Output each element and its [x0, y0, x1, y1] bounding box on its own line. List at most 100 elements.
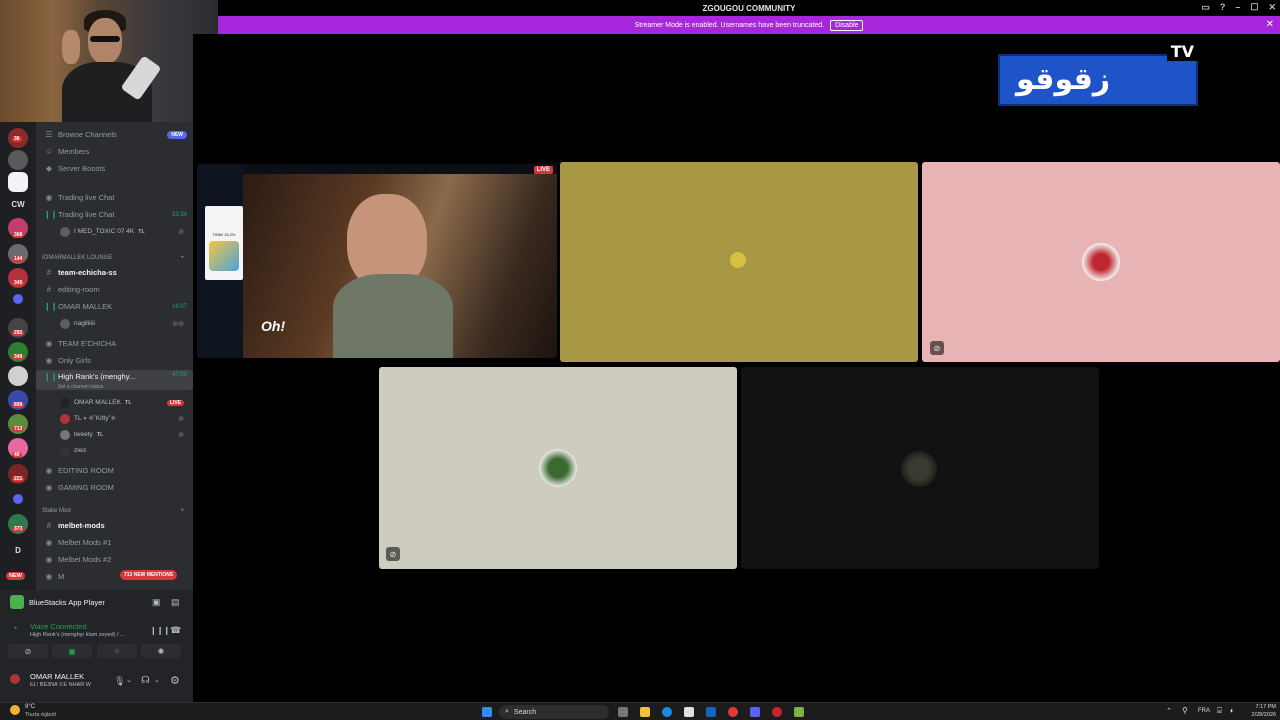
folder-icon[interactable]	[13, 294, 23, 304]
chevron-down-icon[interactable]: ⌄	[154, 676, 160, 684]
avatar[interactable]	[10, 674, 20, 684]
voice-channel-trading-live-chat[interactable]: ❙❙ Trading live Chat 23:34	[36, 207, 193, 222]
language-indicator[interactable]: FRA	[1198, 708, 1210, 714]
store-icon[interactable]	[684, 707, 694, 717]
gear-icon[interactable]: ⚙	[170, 674, 180, 687]
server-boosts-item[interactable]: ◆ Server Boosts	[36, 161, 193, 176]
minimize-icon[interactable]: –	[1235, 2, 1240, 13]
add-channel-icon[interactable]: +	[180, 255, 184, 261]
mail-icon[interactable]	[706, 707, 716, 717]
participant-tile[interactable]	[741, 367, 1099, 569]
help-icon[interactable]: ?	[1220, 2, 1226, 13]
voice-channel-team-echicha[interactable]: ◉ TEAM E'CHICHA	[36, 336, 193, 351]
inbox-icon[interactable]: ▭	[1201, 2, 1210, 13]
search-icon: ⌕	[505, 708, 509, 715]
voice-user[interactable]: zled	[60, 443, 190, 458]
server-icon[interactable]	[8, 366, 28, 386]
edge-icon[interactable]	[662, 707, 672, 717]
voice-user[interactable]: I MED_TOXIC 07 4K TL ⊘	[60, 224, 190, 239]
headphones-icon[interactable]: ☊	[141, 675, 150, 686]
channel-status[interactable]: Set a channel status	[58, 384, 103, 390]
network-icon[interactable]: ⌸	[1217, 706, 1222, 716]
voice-channel-editing-room[interactable]: ◉ EDITING ROOM	[36, 463, 193, 478]
screen-share-icon: ▣	[68, 646, 76, 656]
weather-icon	[10, 705, 20, 715]
avatar	[60, 397, 70, 408]
channel-team-echicha-ss[interactable]: # team-echicha-ss	[36, 265, 193, 280]
volume-icon[interactable]: ◖	[1229, 706, 1234, 715]
chevron-up-icon[interactable]: ⌃	[1166, 707, 1172, 715]
activity-label: BlueStacks App Player	[29, 597, 105, 607]
speaker-icon: ◉	[45, 466, 53, 475]
chrome-icon[interactable]	[728, 707, 738, 717]
add-channel-icon[interactable]: +	[180, 508, 184, 514]
new-mentions-badge[interactable]: 713 NEW MENTIONS	[120, 570, 178, 580]
search-box[interactable]: ⌕ Search	[499, 705, 609, 719]
voice-channel-name[interactable]: High Rank's (menghyr klam zeyed) / ...	[30, 632, 148, 638]
voice-channel-melbet-mods-2[interactable]: ◉ Melbet Mods #2	[36, 552, 193, 567]
voice-user[interactable]: nagiliiiii ⊘⊘	[60, 316, 190, 331]
microphone-icon[interactable]: 🎙︎	[114, 676, 125, 687]
task-view-icon[interactable]	[618, 707, 628, 717]
members-item[interactable]: ☺ Members	[36, 144, 193, 159]
participant-avatar	[539, 449, 577, 487]
soundboard-button[interactable]: ✺	[141, 644, 181, 658]
tray-app-icon[interactable]: ⚲	[1182, 706, 1188, 715]
weather-desc[interactable]: Tiszta égbolt	[25, 712, 56, 718]
channel-label: Only Girls	[58, 356, 91, 365]
camera-button[interactable]: ⊘	[8, 644, 48, 658]
category-header[interactable]: IOMARMALLEK LOUNGE +	[42, 255, 192, 261]
file-explorer-icon[interactable]	[640, 707, 650, 717]
activity-settings-icon[interactable]: ▤	[171, 597, 180, 608]
disconnect-icon[interactable]: ☎	[170, 625, 181, 636]
folder-icon[interactable]	[13, 494, 23, 504]
voice-channel-only-girls[interactable]: ◉ Only Girls	[36, 353, 193, 368]
activities-button[interactable]: ⁘	[97, 644, 137, 658]
server-cw-label[interactable]: CW	[8, 200, 28, 209]
server-boosts-label: Server Boosts	[58, 164, 106, 173]
participant-avatar	[1082, 243, 1120, 281]
voice-channel-melbet-mods-1[interactable]: ◉ Melbet Mods #1	[36, 535, 193, 550]
disable-button[interactable]: Disable	[830, 19, 864, 31]
participant-tile[interactable]	[560, 162, 918, 362]
voice-user[interactable]: OMAR MALLEK TL LIVE	[60, 395, 190, 410]
close-window-icon[interactable]: ✕	[1268, 2, 1276, 13]
participant-tile[interactable]: ⊘	[379, 367, 737, 569]
stream-tile[interactable]: TIMM 15,2% Oh! LIVE	[197, 164, 557, 358]
maximize-icon[interactable]: ☐	[1250, 2, 1258, 13]
voice-user[interactable]: TL ⭑ ☆˚Kitty˚☆ ⊘	[60, 411, 190, 426]
server-badge: 49	[12, 452, 22, 458]
noise-suppression-icon[interactable]: ❙❙❙	[150, 626, 170, 635]
clock-time[interactable]: 7:17 PM	[1246, 704, 1276, 710]
user-status: EL! BE3NA Y.E NHAR W	[30, 682, 91, 688]
voice-status[interactable]: Voice Connected	[30, 622, 87, 631]
username[interactable]: OMAR MALLEK	[30, 672, 84, 681]
server-icon[interactable]	[8, 150, 28, 170]
windows-start-icon[interactable]	[482, 707, 492, 717]
server-d-label[interactable]: D	[8, 546, 28, 555]
category-header[interactable]: Stake Mod +	[42, 508, 192, 514]
participant-tile[interactable]: ⊘	[922, 162, 1280, 362]
channel-editing-room[interactable]: # editing-room	[36, 282, 193, 297]
webcam-overlay	[0, 0, 218, 122]
activity-row[interactable]: BlueStacks App Player	[10, 595, 105, 609]
obs-icon[interactable]	[772, 707, 782, 717]
voice-channel-omar-mallek[interactable]: ❙❙ OMAR MALLEK 16:07	[36, 299, 193, 314]
bluestacks-taskbar-icon[interactable]	[794, 707, 804, 717]
share-screen-button[interactable]: ▣	[52, 644, 92, 658]
hash-icon: #	[46, 285, 52, 294]
stream-settings-icon[interactable]: ▣	[152, 597, 161, 608]
server-icon[interactable]	[8, 172, 28, 192]
weather-temp[interactable]: 9°C	[25, 704, 35, 710]
discord-icon[interactable]	[750, 707, 760, 717]
browse-channels-item[interactable]: ☰ Browse Channels NEW	[36, 127, 193, 142]
channel-label: High Rank's (menghy...	[58, 372, 136, 381]
chevron-down-icon[interactable]: ⌄	[126, 676, 132, 684]
clock-date[interactable]: 2/28/2026	[1246, 712, 1276, 718]
channel-trading-live-chat[interactable]: ◉ Trading live Chat	[36, 190, 193, 205]
channel-melbet-mods[interactable]: # melbet-mods	[36, 518, 193, 533]
voice-channel-gaming-room[interactable]: ◉ GAMING ROOM	[36, 480, 193, 495]
close-banner-icon[interactable]: ✕	[1266, 19, 1274, 30]
voice-user[interactable]: tweety TL ⊘	[60, 427, 190, 442]
channel-label: melbet-mods	[58, 521, 105, 530]
